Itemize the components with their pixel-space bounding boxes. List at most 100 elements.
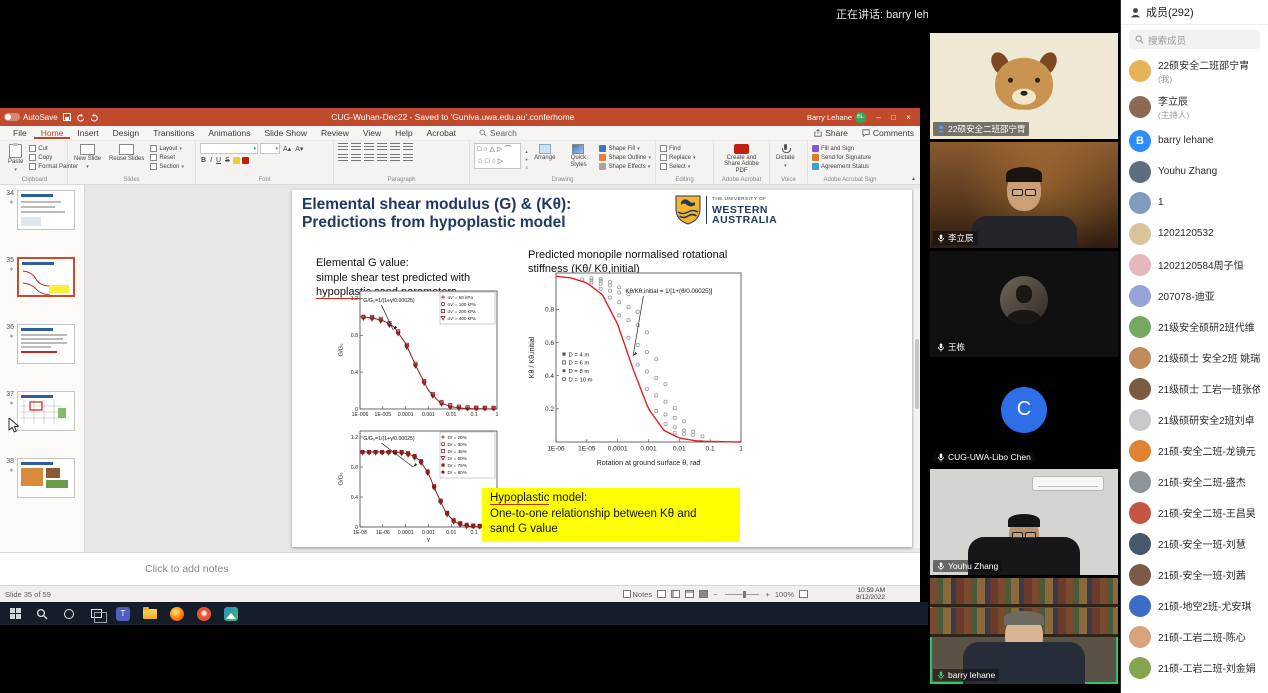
shape-fill-button[interactable]: Shape Fill▾ [599,145,651,152]
member-row[interactable]: 1202120584周子恒 [1121,249,1268,280]
find-button[interactable]: Find [660,145,696,152]
dictate-button[interactable]: Dictate▾ [774,143,797,175]
member-row[interactable]: 21硕-安全一班-刘慧 [1121,528,1268,559]
taskbar-search-button[interactable] [30,602,54,625]
shapes-gallery-scroll[interactable]: ▴▾≡ [525,143,528,175]
font-color-icon[interactable] [242,157,249,164]
replace-button[interactable]: Replace▾ [660,154,696,161]
close-button[interactable]: × [901,113,916,122]
align-right-icon[interactable] [364,154,374,162]
increase-indent-icon[interactable] [377,143,387,151]
section-button[interactable]: Section▾ [150,163,184,170]
member-row[interactable]: 22硕安全二班邵宁胄(我) [1121,53,1268,89]
menu-tab-file[interactable]: File [6,127,34,139]
quick-styles-button[interactable]: Quick Styles [561,143,595,175]
paste-button[interactable]: Paste▾ [6,143,25,175]
fit-slide-button[interactable] [799,590,808,598]
slide-sorter-view-button[interactable] [671,590,680,598]
reset-button[interactable]: Reset [150,154,184,161]
columns-icon[interactable] [390,154,400,162]
normal-view-button[interactable] [657,590,666,598]
video-tile[interactable]: C CUG-UWA-Libo Chen [930,360,1118,466]
member-row[interactable]: 李立辰(主持人) [1121,89,1268,125]
scrollbar-thumb[interactable] [915,339,919,409]
zoom-out-button[interactable]: − [713,590,717,599]
member-row[interactable]: Bbarry lehane [1121,125,1268,156]
member-row[interactable]: 21硕-安全二班-王昌昊 [1121,497,1268,528]
firefox-button[interactable] [165,602,189,625]
arrange-button[interactable]: Arrange [532,143,557,175]
fill-and-sign-button[interactable]: Fill and Sign [812,145,871,152]
slide-canvas[interactable]: Elemental shear modulus (G) & (Kθ): Pred… [292,190,912,547]
member-row[interactable]: 21级安全硕研2班代维 [1121,311,1268,342]
font-name-select[interactable]: ▾ [200,143,258,154]
decrease-font-size-icon[interactable]: A▾ [294,145,304,153]
slide-thumbnail[interactable]: 38∗ [0,458,84,498]
menu-tab-animations[interactable]: Animations [201,127,257,139]
maximize-button[interactable]: □ [886,113,901,122]
menu-tab-slide-show[interactable]: Slide Show [257,127,314,139]
menu-tab-design[interactable]: Design [106,127,146,139]
share-button[interactable]: Share [814,128,848,138]
shapes-gallery[interactable]: □○△▷⌒ ☆□○▷ [474,143,521,169]
layout-button[interactable]: Layout▾ [150,145,184,152]
select-button[interactable]: Select▾ [660,163,696,170]
slideshow-button[interactable] [699,590,708,598]
align-center-icon[interactable] [351,154,361,162]
cortana-button[interactable] [57,602,81,625]
agreement-status-button[interactable]: Agreement Status [812,163,871,170]
member-row[interactable]: 21硕-地空2班-尤安琪 [1121,590,1268,621]
new-slide-button[interactable]: New Slide▾ [72,143,103,175]
font-size-select[interactable]: ▾ [260,143,280,154]
shape-effects-button[interactable]: Shape Effects▾ [599,163,651,170]
member-row[interactable]: 21级硕士 安全2班 姚瑞 [1121,342,1268,373]
slide-thumbnail[interactable]: 34∗ [0,190,84,230]
text-highlight-icon[interactable] [233,157,240,164]
member-row[interactable]: 21硕-工岩二班-刘金娟 [1121,652,1268,683]
task-view-button[interactable] [84,602,108,625]
bullets-icon[interactable] [338,143,348,151]
zoom-in-button[interactable]: + [766,590,770,599]
notes-toggle[interactable]: Notes [623,590,653,599]
justify-icon[interactable] [377,154,387,162]
undo-icon[interactable] [76,113,85,122]
create-pdf-button[interactable]: Create and Share Adobe PDF [718,143,765,175]
save-icon[interactable] [63,113,71,121]
notes-pane[interactable]: Click to add notes [0,552,920,585]
menu-tab-home[interactable]: Home [34,127,71,139]
menu-tab-transitions[interactable]: Transitions [146,127,201,139]
align-left-icon[interactable] [338,154,348,162]
member-row[interactable]: 21硕-安全二班-龙镜元 [1121,435,1268,466]
smartart-icon[interactable] [403,154,413,162]
italic-button[interactable]: I [209,157,213,164]
collapse-ribbon-icon[interactable]: ▴ [912,175,915,182]
reuse-slides-button[interactable]: Reuse Slides [107,143,146,175]
member-row[interactable]: 21硕-安全一班-刘茜 [1121,559,1268,590]
member-row[interactable]: Youhu Zhang [1121,156,1268,187]
video-tile[interactable]: 李立辰 [930,142,1118,248]
zoom-level[interactable]: 100% [775,590,794,599]
zoom-slider-thumb[interactable] [743,591,746,598]
slide-thumbnail[interactable]: 36∗ [0,324,84,364]
autosave-toggle[interactable]: AutoSave [4,113,58,122]
member-row[interactable]: 1 [1121,187,1268,218]
account-avatar[interactable]: BL [855,112,866,123]
member-row[interactable]: 21硕-安全二班-盛杰 [1121,466,1268,497]
member-row[interactable]: 21级硕研安全2班刘卓 [1121,404,1268,435]
search-box[interactable]: Search [479,128,517,138]
file-explorer-button[interactable] [138,602,162,625]
decrease-indent-icon[interactable] [364,143,374,151]
underline-button[interactable]: U [215,157,222,164]
zoom-slider[interactable] [725,594,759,595]
member-row[interactable]: 207078-迪亚 [1121,280,1268,311]
slide-thumbnail-current[interactable]: 35∗ [0,257,84,297]
video-tile[interactable]: Youhu Zhang [930,469,1118,575]
redo-icon[interactable] [90,113,99,122]
member-search-input[interactable]: 搜索成员 [1129,30,1260,49]
comments-button[interactable]: Comments [862,128,914,138]
minimize-button[interactable]: – [871,113,886,122]
send-for-signature-button[interactable]: Send for Signature [812,154,871,161]
increase-font-size-icon[interactable]: A▴ [282,145,292,153]
video-tile[interactable]: 22硕安全二班邵宁胄 [930,33,1118,139]
text-direction-icon[interactable] [403,143,413,151]
